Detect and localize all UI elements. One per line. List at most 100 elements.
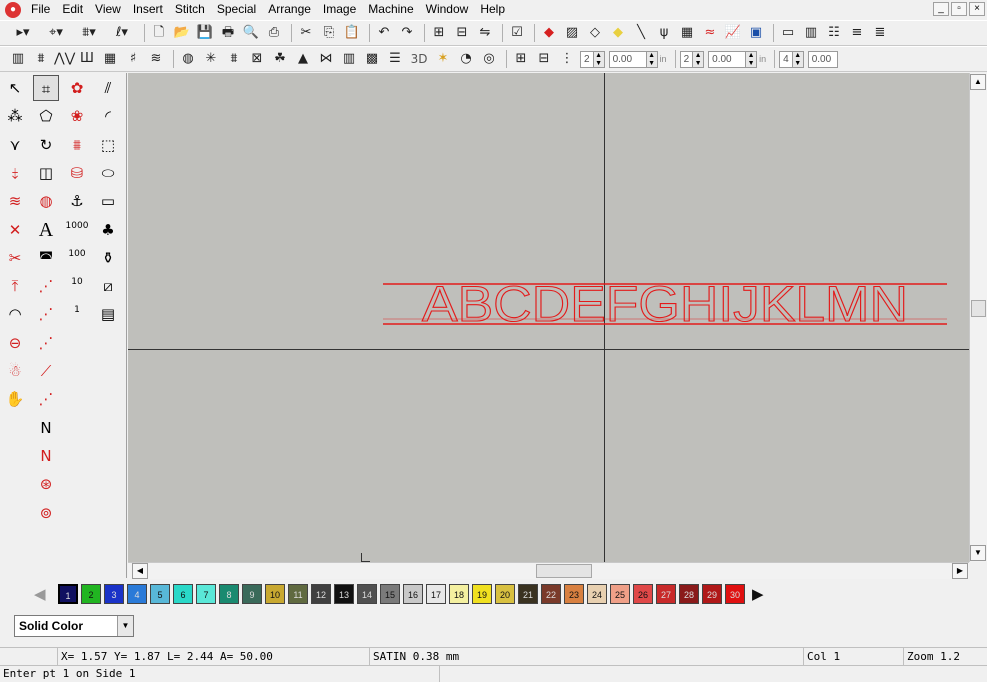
text-icon[interactable]: A bbox=[33, 217, 59, 243]
spin-arrows-icon[interactable]: ▲ ▼ bbox=[746, 50, 758, 68]
tree-icon[interactable]: ☷ bbox=[824, 23, 844, 43]
sheet-icon[interactable]: ▤ bbox=[95, 301, 121, 327]
spin-field-2[interactable]: 2 ▲ ▼ bbox=[679, 50, 705, 68]
cut-icon[interactable]: ✂ bbox=[296, 23, 316, 43]
color-swatch-4[interactable]: 4 bbox=[127, 584, 147, 604]
counter-100-icon[interactable]: 100 bbox=[64, 245, 90, 271]
scroll-down-button[interactable]: ▼ bbox=[970, 545, 986, 561]
yellow-fill-icon[interactable]: ◆ bbox=[608, 23, 628, 43]
color-swatch-6[interactable]: 6 bbox=[173, 584, 193, 604]
color-swatch-24[interactable]: 24 bbox=[587, 584, 607, 604]
color-swatch-28[interactable]: 28 bbox=[679, 584, 699, 604]
node-line-icon[interactable]: Ν bbox=[33, 415, 59, 441]
color-picture-icon[interactable]: ▣ bbox=[746, 23, 766, 43]
color-swatch-3[interactable]: 3 bbox=[104, 584, 124, 604]
color-swatch-17[interactable]: 17 bbox=[426, 584, 446, 604]
color-swatch-29[interactable]: 29 bbox=[702, 584, 722, 604]
bean-stitch-icon[interactable]: ⋰ bbox=[33, 386, 59, 412]
arc-icon[interactable]: ◜ bbox=[95, 103, 121, 129]
print-preview-icon[interactable]: 🔍 bbox=[241, 23, 261, 43]
color-swatch-12[interactable]: 12 bbox=[311, 584, 331, 604]
redo-icon[interactable]: ↷ bbox=[397, 23, 417, 43]
lettering-object[interactable]: ABCDEFGHIJKLMN bbox=[128, 73, 969, 562]
dotted-line-icon[interactable]: ⋰ bbox=[33, 273, 59, 299]
split-icon[interactable]: ⋎ bbox=[2, 132, 28, 158]
spacing-field-2[interactable]: 0.00 ▲ ▼ in bbox=[708, 50, 766, 68]
spin-arrows-icon[interactable]: ▲ ▼ bbox=[792, 50, 804, 68]
zigzag-icon[interactable]: ⩩ bbox=[224, 49, 244, 69]
spacing-field-1-value[interactable]: 0.00 bbox=[608, 50, 647, 68]
cross-icon[interactable]: ⊠ bbox=[247, 49, 267, 69]
color-swatch-18[interactable]: 18 bbox=[449, 584, 469, 604]
spin-field-1-value[interactable]: 2 bbox=[580, 50, 594, 68]
target-icon[interactable]: ⊛ bbox=[33, 471, 59, 497]
leaf-icon[interactable]: ☘ bbox=[270, 49, 290, 69]
rectangle-icon[interactable]: ▭ bbox=[95, 188, 121, 214]
print-icon[interactable]: 🖶 bbox=[218, 23, 238, 43]
freeform-icon[interactable]: ⬚ bbox=[95, 132, 121, 158]
outline-icon[interactable]: ◇ bbox=[585, 23, 605, 43]
pen-mode-icon[interactable]: ℓ▾ bbox=[107, 23, 137, 43]
red-satin-icon[interactable]: ≈ bbox=[700, 23, 720, 43]
chevron-down-icon[interactable]: ▼ bbox=[117, 616, 133, 636]
color-swatch-16[interactable]: 16 bbox=[403, 584, 423, 604]
scroll-up-button[interactable]: ▲ bbox=[970, 74, 986, 90]
lines-icon[interactable]: ☰ bbox=[385, 49, 405, 69]
mascot-icon[interactable]: ☃ bbox=[2, 358, 28, 384]
chart-icon[interactable]: 📈 bbox=[723, 23, 743, 43]
menu-item-window[interactable]: Window bbox=[420, 0, 475, 19]
cup-icon[interactable]: ◎ bbox=[479, 49, 499, 69]
needle-icon[interactable]: ╲ bbox=[631, 23, 651, 43]
counter-10-icon[interactable]: 10 bbox=[64, 273, 90, 299]
stitch-delete-icon[interactable]: ✕ bbox=[2, 217, 28, 243]
menu-item-arrange[interactable]: Arrange bbox=[262, 0, 317, 19]
minimize-button[interactable]: _ bbox=[933, 2, 949, 16]
flower-icon[interactable]: ✿ bbox=[64, 75, 90, 101]
align-grid-2-icon[interactable]: ⊟ bbox=[534, 49, 554, 69]
color-mode-select[interactable]: Solid Color ▼ bbox=[14, 615, 134, 637]
menu-item-image[interactable]: Image bbox=[317, 0, 362, 19]
parallel-lines-icon[interactable]: ⫽ bbox=[95, 75, 121, 101]
bottles-icon[interactable]: ⚱ bbox=[95, 245, 121, 271]
app-logo-icon[interactable]: ● bbox=[5, 1, 21, 18]
menu-item-insert[interactable]: Insert bbox=[127, 0, 169, 19]
menu-item-stitch[interactable]: Stitch bbox=[169, 0, 211, 19]
globe-icon[interactable]: ◍ bbox=[33, 188, 59, 214]
arrow-select-icon[interactable]: ↖ bbox=[2, 75, 28, 101]
mirror-icon[interactable]: ⇋ bbox=[475, 23, 495, 43]
stitch-weave-icon[interactable]: ≋ bbox=[2, 188, 28, 214]
spin-field-2-value[interactable]: 2 bbox=[679, 50, 694, 68]
color-swatch-7[interactable]: 7 bbox=[196, 584, 216, 604]
align-right-icon[interactable]: ≣ bbox=[870, 23, 890, 43]
tatami-icon[interactable]: ▦ bbox=[100, 49, 120, 69]
paste-icon[interactable]: 📋 bbox=[342, 23, 362, 43]
running-icon[interactable]: ⋰ bbox=[33, 330, 59, 356]
counter-1-icon[interactable]: 1 bbox=[64, 301, 90, 327]
flower-2-icon[interactable]: ❀ bbox=[64, 103, 90, 129]
color-swatch-27[interactable]: 27 bbox=[656, 584, 676, 604]
pattern-fill-icon[interactable]: ▨ bbox=[562, 23, 582, 43]
color-swatch-5[interactable]: 5 bbox=[150, 584, 170, 604]
curve-icon[interactable]: ◠ bbox=[2, 301, 28, 327]
spin-field-3[interactable]: 4 ▲ ▼ bbox=[779, 50, 804, 68]
stitch-mode-icon[interactable]: ⩩▾ bbox=[74, 23, 104, 43]
menu-item-file[interactable]: File bbox=[25, 0, 56, 19]
menu-item-edit[interactable]: Edit bbox=[56, 0, 89, 19]
vertical-scroll-thumb[interactable] bbox=[971, 300, 986, 317]
spin-field-3-value[interactable]: 4 bbox=[779, 50, 793, 68]
copy-icon[interactable]: ⎘ bbox=[319, 23, 339, 43]
dual-icon[interactable]: ◫ bbox=[33, 160, 59, 186]
horizontal-scroll-thumb[interactable] bbox=[536, 564, 592, 578]
color-swatch-15[interactable]: 15 bbox=[380, 584, 400, 604]
column-stitch-icon[interactable]: ⩩ bbox=[31, 49, 51, 69]
anchor-icon[interactable]: ⚓ bbox=[64, 188, 90, 214]
block-icon[interactable]: ▩ bbox=[362, 49, 382, 69]
cut-stitch-icon[interactable]: ⤈ bbox=[2, 160, 28, 186]
open-file-icon[interactable]: 📂 bbox=[172, 23, 192, 43]
palette-next-icon[interactable]: ▶ bbox=[752, 585, 772, 603]
cap-frame-icon[interactable]: ◚ bbox=[33, 245, 59, 271]
fill-stitch-icon[interactable]: ▥ bbox=[8, 49, 28, 69]
horizontal-scrollbar[interactable]: ◀ ▶ bbox=[128, 562, 969, 579]
menu-item-special[interactable]: Special bbox=[211, 0, 262, 19]
color-swatch-20[interactable]: 20 bbox=[495, 584, 515, 604]
